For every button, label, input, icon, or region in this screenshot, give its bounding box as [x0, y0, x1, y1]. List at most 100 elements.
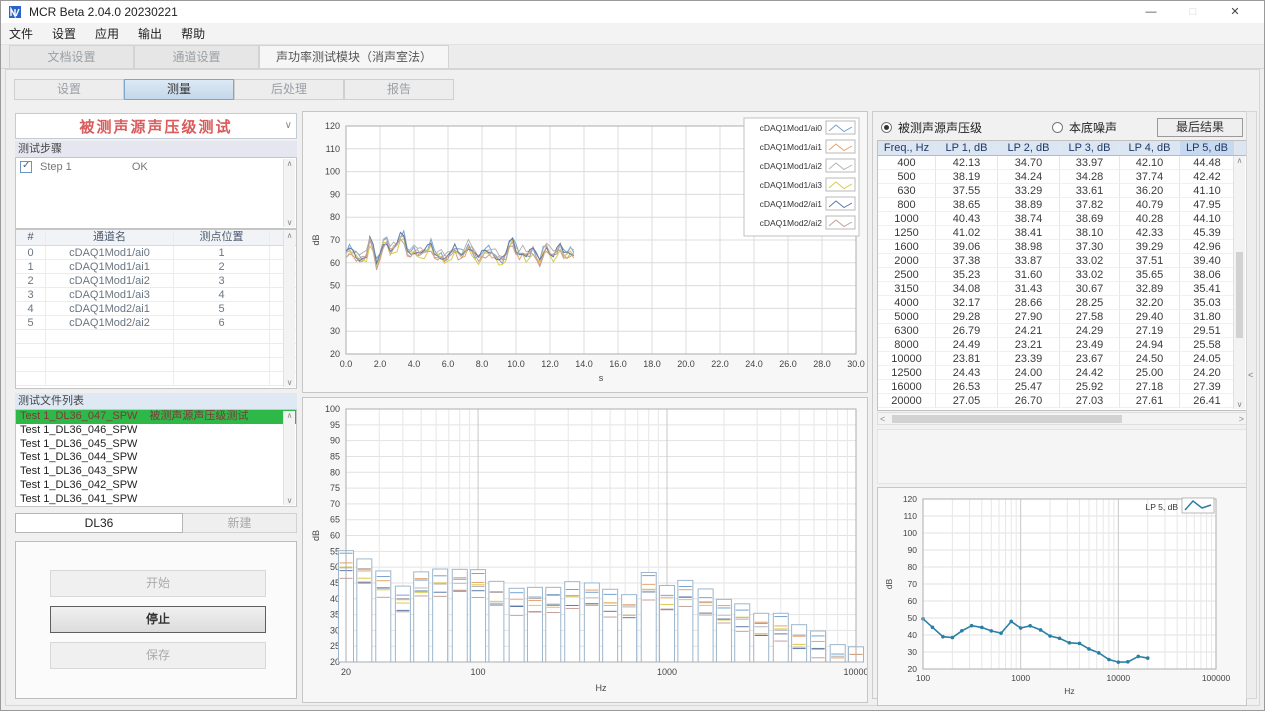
table-row[interactable]: 4cDAQ1Mod2/ai15: [16, 302, 296, 316]
new-file-button[interactable]: 新建: [183, 513, 297, 533]
svg-text:50: 50: [908, 613, 918, 623]
final-result-button[interactable]: 最后结果: [1157, 118, 1243, 137]
table-row[interactable]: 80038.6538.8937.8240.7947.95: [878, 198, 1246, 212]
levels-table-scrollbar[interactable]: ∧ ∨: [1233, 156, 1245, 409]
scroll-up-icon[interactable]: ∧: [284, 231, 295, 240]
table-row[interactable]: 250035.2331.6033.0235.6538.06: [878, 268, 1246, 282]
list-item[interactable]: Test 1_DL36_045_SPW: [16, 438, 296, 452]
file-name: Test 1_DL36_045_SPW: [20, 438, 137, 452]
table-row[interactable]: 2cDAQ1Mod1/ai23: [16, 274, 296, 288]
table-row[interactable]: 100040.4338.7438.6940.2844.10: [878, 212, 1246, 226]
cell: 44.10: [1180, 212, 1235, 226]
save-button[interactable]: 保存: [50, 642, 266, 669]
levels-table-hscrollbar[interactable]: < >: [877, 412, 1247, 425]
list-item[interactable]: Test 1_DL36_047_SPW被测声源声压级测试: [16, 410, 296, 424]
table-row[interactable]: 1250024.4324.0024.4225.0024.20: [878, 366, 1246, 380]
list-item[interactable]: Test 1_DL36_044_SPW: [16, 451, 296, 465]
cell: 28.25: [1060, 296, 1120, 310]
list-item[interactable]: Test 1_DL36_043_SPW: [16, 465, 296, 479]
svg-text:90: 90: [330, 436, 340, 446]
table-row[interactable]: 160039.0638.9837.3039.2942.96: [878, 240, 1246, 254]
menu-item-1[interactable]: 设置: [52, 25, 76, 42]
table-row[interactable]: 1000023.8123.3923.6724.5024.05: [878, 352, 1246, 366]
table-row[interactable]: 800024.4923.2123.4924.9425.58: [878, 338, 1246, 352]
main-tab-2[interactable]: 声功率测试模块（消声室法）: [259, 45, 449, 68]
stop-button[interactable]: 停止: [50, 606, 266, 633]
svg-text:30: 30: [908, 647, 918, 657]
sub-tab-0[interactable]: 设置: [14, 79, 124, 100]
checkbox-checked-icon[interactable]: [20, 161, 32, 173]
step-row[interactable]: Step 1OK: [16, 158, 296, 176]
cell: 1: [174, 246, 270, 259]
scroll-up-icon[interactable]: ∧: [284, 411, 295, 420]
sub-tab-2[interactable]: 后处理: [234, 79, 344, 100]
list-item[interactable]: Test 1_DL36_046_SPW: [16, 424, 296, 438]
scrollbar-thumb[interactable]: [1236, 252, 1243, 338]
table-row-empty: [16, 358, 296, 372]
table-row[interactable]: 400032.1728.6628.2532.2035.03: [878, 296, 1246, 310]
table-row[interactable]: 3cDAQ1Mod1/ai34: [16, 288, 296, 302]
channel-table-scrollbar[interactable]: ∧ ∨: [283, 231, 295, 387]
table-row[interactable]: 125041.0238.4138.1042.3345.39: [878, 226, 1246, 240]
minimize-button[interactable]: —: [1130, 1, 1172, 23]
collapse-strip[interactable]: <: [1246, 111, 1257, 699]
menu-item-3[interactable]: 输出: [138, 25, 162, 42]
list-item[interactable]: Test 1_DL36_041_SPW: [16, 493, 296, 507]
table-row[interactable]: 2000027.0526.7027.0327.6126.41: [878, 394, 1246, 408]
table-row[interactable]: 40042.1334.7033.9742.1044.48: [878, 156, 1246, 170]
scroll-down-icon[interactable]: ∨: [284, 218, 295, 227]
svg-text:20: 20: [330, 349, 340, 359]
sub-tab-3[interactable]: 报告: [344, 79, 454, 100]
spectrum-bar-chart: 2025303540455055606570758085909510020100…: [303, 398, 867, 702]
scroll-down-icon[interactable]: ∨: [284, 378, 295, 387]
test-type-dropdown[interactable]: 被测声源声压级测试 ∨: [15, 113, 297, 139]
table-row[interactable]: 63037.5533.2933.6136.2041.10: [878, 184, 1246, 198]
cell: 2: [16, 274, 46, 287]
svg-text:18.0: 18.0: [643, 359, 661, 369]
start-button[interactable]: 开始: [50, 570, 266, 597]
table-row[interactable]: 0cDAQ1Mod1/ai01: [16, 246, 296, 260]
menu-item-2[interactable]: 应用: [95, 25, 119, 42]
table-row[interactable]: 315034.0831.4330.6732.8935.41: [878, 282, 1246, 296]
list-item[interactable]: Test 1_DL36_042_SPW: [16, 479, 296, 493]
table-row[interactable]: 1600026.5325.4725.9227.1827.39: [878, 380, 1246, 394]
window-controls: — □ ✕: [1130, 1, 1256, 23]
background-noise-radio[interactable]: [1052, 122, 1063, 133]
scroll-up-icon[interactable]: ∧: [1234, 156, 1245, 165]
file-list-scrollbar[interactable]: ∧ ∨: [283, 411, 295, 505]
scroll-right-icon[interactable]: >: [1239, 414, 1244, 424]
scrollbar-thumb[interactable]: [892, 415, 1122, 423]
menu-item-4[interactable]: 帮助: [181, 25, 205, 42]
source-level-radio[interactable]: [881, 122, 892, 133]
cell: 34.70: [998, 156, 1060, 170]
table-row[interactable]: 5cDAQ1Mod2/ai26: [16, 316, 296, 330]
table-row[interactable]: 200037.3833.8733.0237.5139.40: [878, 254, 1246, 268]
main-tab-0[interactable]: 文档设置: [9, 45, 134, 68]
step-list-scrollbar[interactable]: ∧ ∨: [283, 159, 295, 227]
table-row[interactable]: 1cDAQ1Mod1/ai12: [16, 260, 296, 274]
file-name: Test 1_DL36_046_SPW: [20, 424, 137, 438]
background-noise-radio-label: 本底噪声: [1069, 119, 1117, 136]
cell: 25.47: [998, 380, 1060, 394]
svg-text:dB: dB: [884, 578, 894, 589]
table-row[interactable]: 630026.7924.2124.2927.1929.51: [878, 324, 1246, 338]
cell: 6: [174, 316, 270, 329]
channel-table-header: #通道名测点位置: [16, 230, 296, 246]
scroll-down-icon[interactable]: ∨: [284, 496, 295, 505]
sub-tab-1[interactable]: 测量: [124, 79, 234, 100]
time-history-chart: 20304050607080901001101200.02.04.06.08.0…: [303, 112, 867, 392]
file-name: Test 1_DL36_044_SPW: [20, 451, 137, 465]
cell: 3: [16, 288, 46, 301]
table-row[interactable]: 50038.1934.2434.2837.7442.42: [878, 170, 1246, 184]
cell: 42.13: [936, 156, 998, 170]
svg-text:cDAQ1Mod1/ai2: cDAQ1Mod1/ai2: [760, 161, 823, 171]
close-button[interactable]: ✕: [1214, 1, 1256, 23]
main-tab-1[interactable]: 通道设置: [134, 45, 259, 68]
table-row[interactable]: 500029.2827.9027.5829.4031.80: [878, 310, 1246, 324]
scroll-up-icon[interactable]: ∧: [284, 159, 295, 168]
file-prefix-input[interactable]: [15, 513, 183, 533]
scroll-down-icon[interactable]: ∨: [1234, 400, 1245, 409]
maximize-button[interactable]: □: [1172, 1, 1214, 23]
menu-item-0[interactable]: 文件: [9, 25, 33, 42]
scroll-left-icon[interactable]: <: [880, 414, 885, 424]
